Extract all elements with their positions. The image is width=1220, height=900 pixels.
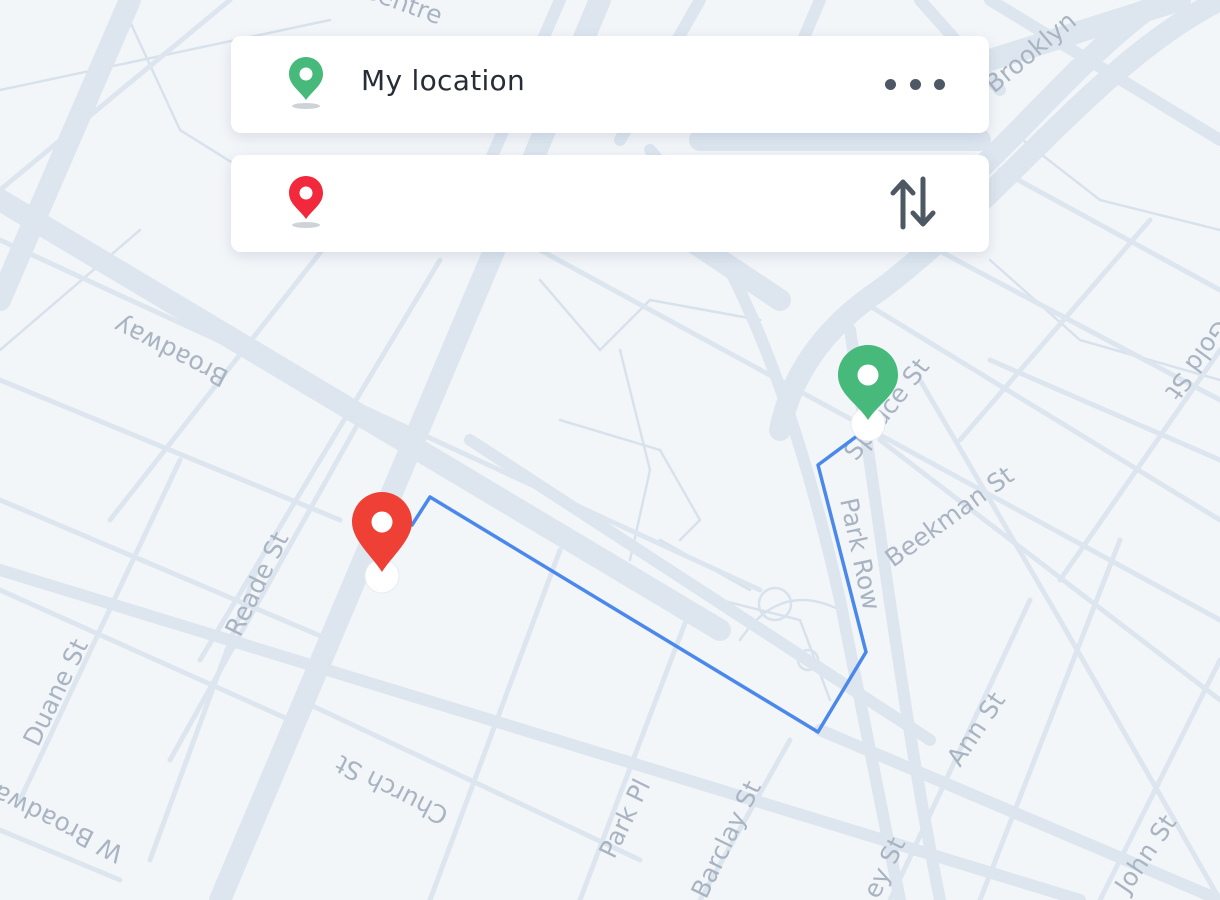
origin-search-card[interactable]: My location xyxy=(231,36,989,133)
street-label-reade: Reade St xyxy=(219,527,294,640)
red-location-pin-icon xyxy=(289,176,323,228)
more-horizontal-icon xyxy=(885,78,896,90)
map-canvas[interactable]: Broadway Reade St Duane St W Broadway Ch… xyxy=(0,0,1220,900)
swap-vertical-arrows-icon xyxy=(890,176,936,230)
destination-search-card[interactable] xyxy=(231,155,989,252)
street-label-ann: Ann St xyxy=(941,687,1011,772)
origin-location-text: My location xyxy=(361,64,526,97)
more-options-button[interactable] xyxy=(885,69,945,99)
green-location-pin-icon xyxy=(289,57,323,109)
street-label-duane: Duane St xyxy=(17,634,94,750)
destination-input[interactable] xyxy=(361,177,885,231)
street-label-centre: Centre xyxy=(358,0,446,30)
street-label-park-pl: Park Pl xyxy=(593,774,656,862)
street-label-gold: Gold St xyxy=(1159,314,1220,405)
swap-locations-button[interactable] xyxy=(887,173,939,233)
